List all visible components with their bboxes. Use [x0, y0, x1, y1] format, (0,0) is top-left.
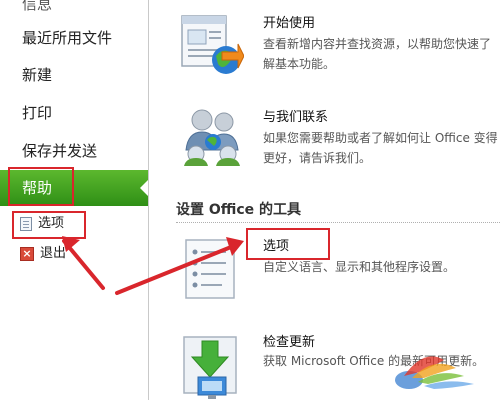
sub-item-exit-label: 退出	[40, 246, 67, 261]
nav-recent-files[interactable]: 最近所用文件	[0, 20, 148, 56]
check-updates-title[interactable]: 检查更新	[263, 331, 315, 350]
exit-icon: ×	[20, 247, 34, 261]
tools-section-heading: 设置 Office 的工具	[176, 202, 302, 218]
sub-item-exit[interactable]: × 退出	[20, 243, 66, 265]
nav-new[interactable]: 新建	[0, 57, 148, 93]
sub-item-options[interactable]: 选项	[20, 213, 64, 235]
getting-started-icon	[181, 15, 244, 74]
sidebar-divider	[148, 0, 149, 400]
getting-started-title[interactable]: 开始使用	[263, 12, 315, 31]
tools-section-divider	[176, 222, 500, 223]
nav-save-and-send[interactable]: 保存并发送	[0, 133, 148, 169]
nav-help[interactable]: 帮助	[0, 170, 149, 206]
check-updates-icon	[183, 336, 237, 399]
contact-us-title[interactable]: 与我们联系	[263, 106, 328, 125]
options-icon	[20, 217, 32, 231]
watermark-logo	[395, 356, 474, 389]
options-desc: 自定义语言、显示和其他程序设置。	[263, 260, 456, 274]
nav-print[interactable]: 打印	[0, 95, 148, 131]
sub-item-options-label: 选项	[38, 216, 65, 231]
nav-info[interactable]: 信息	[0, 0, 148, 22]
options-title[interactable]: 选项	[263, 235, 289, 254]
getting-started-desc: 查看新增内容并查找资源，以帮助您快速了解基本功能。	[263, 37, 492, 71]
contact-us-icon	[184, 109, 240, 166]
options-document-icon	[185, 239, 235, 299]
contact-us-desc: 如果您需要帮助或者了解如何让 Office 变得更好，请告诉我们。	[263, 131, 498, 165]
backstage-sidebar: 信息 最近所用文件 新建 打印 保存并发送 帮助 选项 × 退出	[0, 0, 149, 400]
